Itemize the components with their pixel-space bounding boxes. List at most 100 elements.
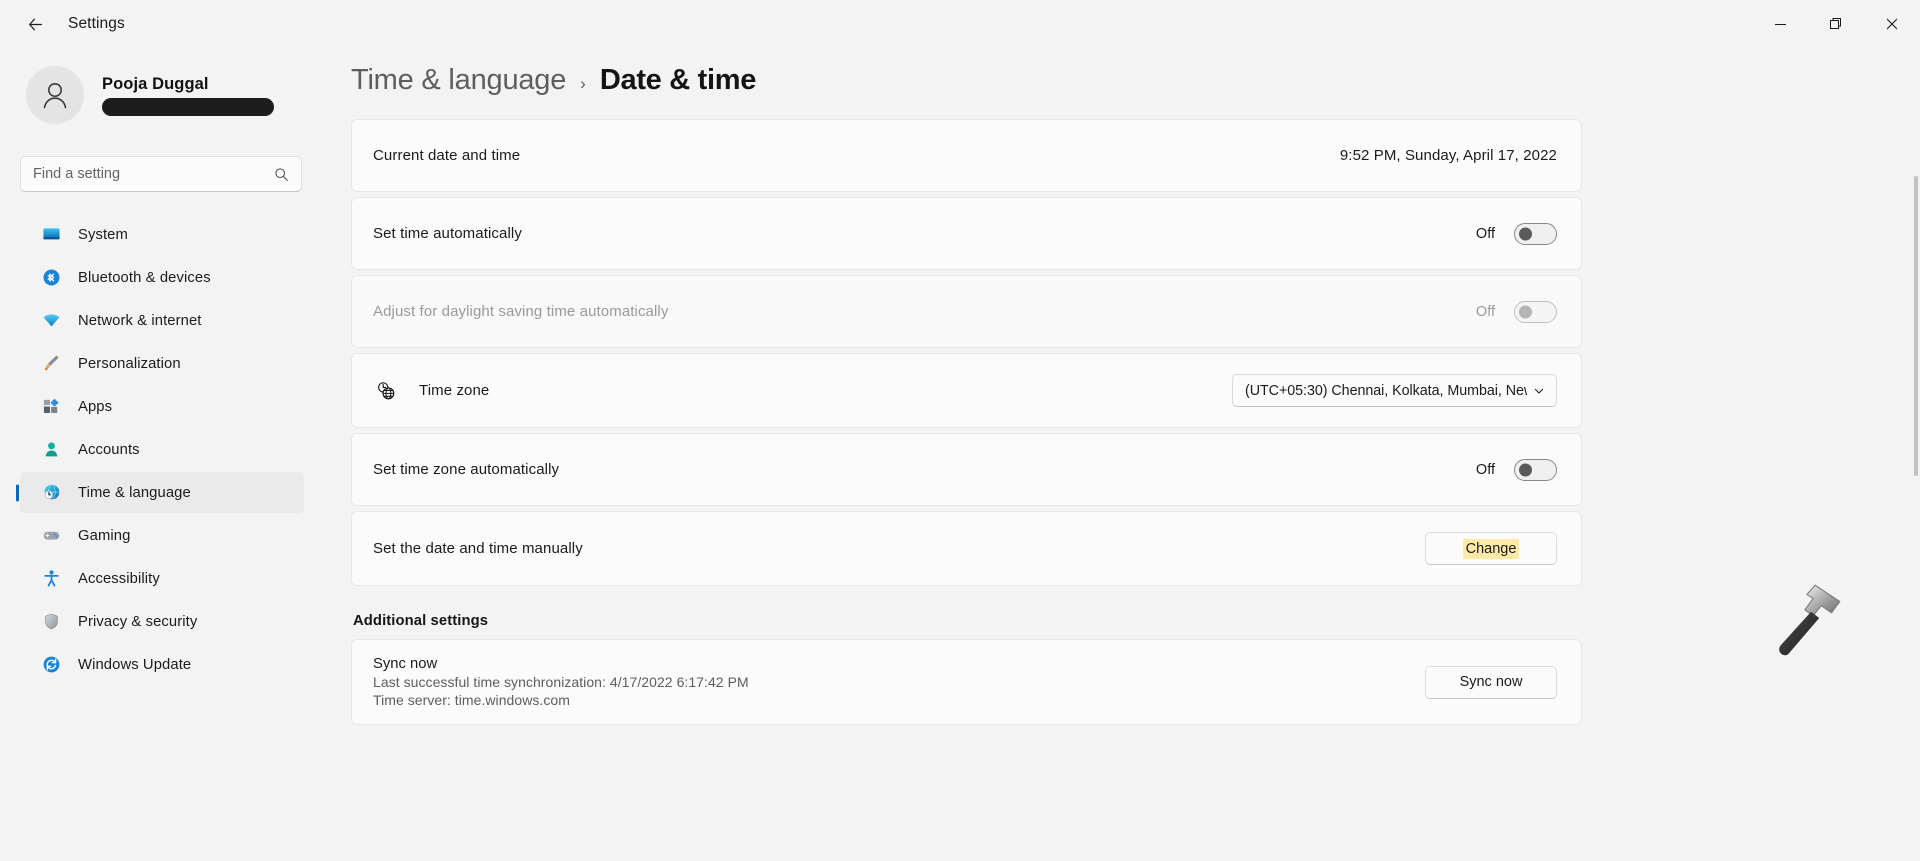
sidebar-item-network-internet[interactable]: Network & internet	[20, 300, 304, 341]
set-time-automatically-row: Set time automatically Off	[351, 197, 1582, 270]
search-input[interactable]	[33, 166, 274, 182]
sync-now-button[interactable]: Sync now	[1425, 666, 1557, 699]
privacy-security-icon	[40, 611, 62, 633]
account-block[interactable]: Pooja Duggal	[20, 48, 304, 136]
sidebar-item-label: Apps	[78, 399, 112, 415]
sidebar: Pooja Duggal	[0, 48, 320, 861]
hammer-watermark-icon	[1768, 579, 1850, 661]
settings-window: Settings	[0, 0, 1920, 861]
change-button[interactable]: Change	[1425, 532, 1557, 565]
sidebar-item-accessibility[interactable]: Accessibility	[20, 558, 304, 599]
sidebar-item-bluetooth-devices[interactable]: Bluetooth & devices	[20, 257, 304, 298]
time-zone-dropdown[interactable]: (UTC+05:30) Chennai, Kolkata, Mumbai, Ne…	[1232, 374, 1557, 407]
set-time-zone-automatically-label: Set time zone automatically	[373, 461, 559, 478]
set-time-automatically-label: Set time automatically	[373, 225, 522, 242]
sidebar-item-label: Privacy & security	[78, 614, 197, 630]
current-date-time-value: 9:52 PM, Sunday, April 17, 2022	[1340, 147, 1557, 164]
scrollbar[interactable]	[1914, 104, 1918, 861]
set-time-automatically-control: Off	[1476, 223, 1557, 245]
avatar	[26, 66, 84, 124]
sidebar-item-privacy-security[interactable]: Privacy & security	[20, 601, 304, 642]
sync-now-row: Sync now Last successful time synchroniz…	[351, 639, 1582, 725]
personalization-icon	[40, 353, 62, 375]
sync-time-server: Time server: time.windows.com	[373, 692, 749, 708]
sidebar-item-label: Accounts	[78, 442, 140, 458]
account-text: Pooja Duggal	[102, 75, 274, 116]
sidebar-item-label: Personalization	[78, 356, 181, 372]
main-content: Time & language › Date & time Current da…	[320, 48, 1920, 861]
toggle-state-label: Off	[1476, 226, 1495, 242]
sidebar-item-label: Windows Update	[78, 657, 191, 673]
sync-now-title: Sync now	[373, 656, 749, 672]
title-bar: Settings	[0, 0, 1920, 48]
current-date-time-row: Current date and time 9:52 PM, Sunday, A…	[351, 119, 1582, 192]
breadcrumb: Time & language › Date & time	[332, 48, 1920, 97]
scrollbar-thumb[interactable]	[1914, 176, 1918, 476]
toggle-state-label: Off	[1476, 304, 1495, 320]
adjust-dst-toggle	[1514, 301, 1557, 323]
additional-settings-header: Additional settings	[351, 591, 1582, 639]
adjust-dst-label: Adjust for daylight saving time automati…	[373, 303, 668, 320]
set-time-automatically-toggle[interactable]	[1514, 223, 1557, 245]
sidebar-item-label: Bluetooth & devices	[78, 270, 211, 286]
set-manually-label: Set the date and time manually	[373, 540, 583, 557]
clock-globe-icon	[373, 380, 399, 402]
minimize-button[interactable]	[1752, 0, 1808, 48]
close-button[interactable]	[1864, 0, 1920, 48]
account-name: Pooja Duggal	[102, 75, 274, 94]
sidebar-item-label: System	[78, 227, 128, 243]
search-icon	[274, 167, 289, 182]
back-button[interactable]	[16, 8, 54, 40]
page-title: Date & time	[600, 64, 756, 97]
bluetooth-icon	[40, 267, 62, 289]
sidebar-item-label: Accessibility	[78, 571, 160, 587]
change-button-label: Change	[1463, 539, 1520, 559]
close-icon	[1886, 18, 1898, 30]
maximize-button[interactable]	[1808, 0, 1864, 48]
adjust-dst-control: Off	[1476, 301, 1557, 323]
adjust-dst-row: Adjust for daylight saving time automati…	[351, 275, 1582, 348]
gaming-icon	[40, 525, 62, 547]
app-title: Settings	[68, 15, 125, 33]
sync-now-button-label: Sync now	[1460, 674, 1523, 690]
maximize-icon	[1830, 18, 1843, 31]
set-time-zone-automatically-toggle[interactable]	[1514, 459, 1557, 481]
current-date-time-label: Current date and time	[373, 147, 520, 164]
sidebar-item-windows-update[interactable]: Windows Update	[20, 644, 304, 685]
accounts-icon	[40, 439, 62, 461]
sidebar-item-personalization[interactable]: Personalization	[20, 343, 304, 384]
sidebar-nav: System Bluetooth & devices	[20, 214, 304, 685]
sidebar-item-label: Gaming	[78, 528, 130, 544]
sidebar-item-accounts[interactable]: Accounts	[20, 429, 304, 470]
sidebar-item-label: Network & internet	[78, 313, 202, 329]
accessibility-icon	[40, 568, 62, 590]
windows-update-icon	[40, 654, 62, 676]
network-icon	[40, 310, 62, 332]
set-time-zone-automatically-control: Off	[1476, 459, 1557, 481]
breadcrumb-separator-icon: ›	[580, 74, 586, 94]
sidebar-item-system[interactable]: System	[20, 214, 304, 255]
time-zone-value: (UTC+05:30) Chennai, Kolkata, Mumbai, Ne…	[1245, 383, 1527, 399]
apps-icon	[40, 396, 62, 418]
person-icon	[38, 78, 72, 112]
back-arrow-icon	[27, 16, 44, 33]
system-icon	[40, 224, 62, 246]
sidebar-item-gaming[interactable]: Gaming	[20, 515, 304, 556]
set-manually-row: Set the date and time manually Change	[351, 511, 1582, 586]
settings-list: Current date and time 9:52 PM, Sunday, A…	[332, 97, 1582, 725]
sidebar-item-apps[interactable]: Apps	[20, 386, 304, 427]
toggle-state-label: Off	[1476, 462, 1495, 478]
minimize-icon	[1775, 19, 1786, 30]
sidebar-item-label: Time & language	[78, 485, 191, 501]
search-box[interactable]	[20, 156, 302, 192]
sidebar-item-time-language[interactable]: Time & language	[20, 472, 304, 513]
window-controls	[1752, 0, 1920, 48]
sync-now-text: Sync now Last successful time synchroniz…	[373, 650, 749, 714]
breadcrumb-parent-link[interactable]: Time & language	[351, 64, 566, 97]
time-zone-row: Time zone (UTC+05:30) Chennai, Kolkata, …	[351, 353, 1582, 428]
set-time-zone-automatically-row: Set time zone automatically Off	[351, 433, 1582, 506]
time-zone-label: Time zone	[419, 382, 489, 399]
sync-last-successful: Last successful time synchronization: 4/…	[373, 674, 749, 690]
chevron-down-icon	[1533, 385, 1545, 397]
time-language-icon	[40, 482, 62, 504]
